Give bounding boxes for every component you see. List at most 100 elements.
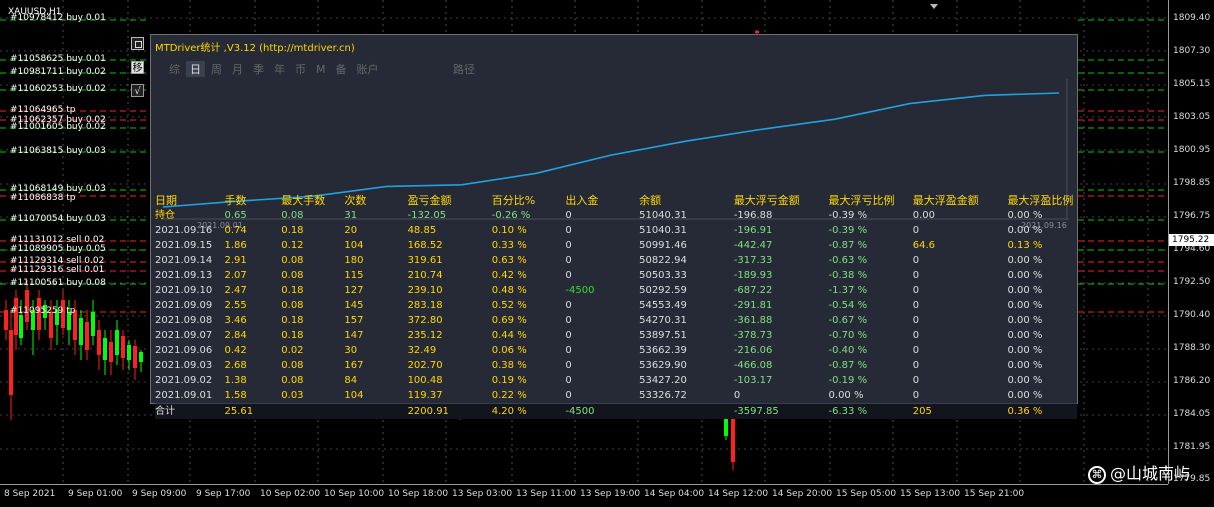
candle-body — [127, 345, 131, 360]
tab-4[interactable]: 季 — [249, 61, 268, 77]
table-cell: 2.68 — [224, 360, 247, 371]
shift-marker-icon — [930, 4, 938, 9]
table-cell: 0.10 % — [491, 225, 527, 236]
table-cell: 319.61 — [407, 255, 443, 266]
table-cell: -6.33 % — [828, 403, 913, 419]
price-axis[interactable]: 1809.40 1807.30 1805.15 1803.05 1800.95 1798.… — [1168, 0, 1214, 484]
table-cell: 0 — [912, 375, 920, 386]
table-cell: 168.52 — [407, 240, 443, 251]
time-tick: 10 Sep 10:00 — [324, 489, 385, 499]
stats-panel[interactable]: MTDriver统计 ,V3.12 (http://mtdriver.cn) 综… — [150, 34, 1078, 419]
tab-7[interactable]: M — [312, 63, 330, 76]
table-cell: 2021.09.14 — [155, 255, 213, 266]
table-cell: 0.00 % — [828, 390, 864, 401]
table-cell: 283.18 — [407, 300, 443, 311]
watermark: ⌘ @山城南屿 — [1088, 460, 1190, 484]
table-cell: 0 — [565, 300, 572, 311]
table-cell: 0.13 % — [1007, 240, 1043, 251]
table-cell: 119.37 — [407, 390, 443, 401]
table-cell: -0.38 % — [828, 270, 868, 281]
table-cell: 53897.51 — [639, 330, 687, 341]
move-button[interactable]: 移 — [131, 61, 144, 74]
order-label: #10981711 buy 0.02 — [10, 67, 106, 77]
price-tick: 1786.20 — [1173, 376, 1211, 386]
time-tick: 10 Sep 18:00 — [388, 489, 449, 499]
table-row: 2021.09.13 2.07 0.08 115 210.74 0.42 % 0 50503.… — [155, 268, 1077, 283]
price-tick: 1809.40 — [1173, 13, 1211, 23]
table-cell: 2021.09.08 — [155, 315, 213, 326]
table-cell: 48.85 — [407, 225, 437, 236]
order-label: #11095259 tp — [10, 306, 76, 316]
table-cell: -1.37 % — [828, 285, 868, 296]
candle-body — [19, 315, 23, 338]
table-cell: -196.91 — [733, 225, 773, 236]
table-cell: 0 — [912, 270, 920, 281]
tab-5[interactable]: 年 — [270, 61, 289, 77]
tab-3[interactable]: 月 — [228, 61, 247, 77]
table-cell: 2021.09.03 — [155, 360, 213, 371]
price-tick: 1788.30 — [1173, 343, 1211, 353]
column-header: 次数 — [344, 194, 367, 207]
tab-path[interactable]: 路径 — [453, 61, 475, 77]
table-cell: 2021.09.10 — [155, 285, 213, 296]
column-header: 手数 — [224, 194, 247, 207]
table-cell: 0 — [912, 300, 920, 311]
candle-body — [79, 318, 83, 345]
table-cell: 2021.09.16 — [155, 225, 213, 236]
table-cell: 2200.91 — [407, 403, 492, 419]
table-cell: 0.08 — [281, 360, 304, 371]
table-row: 2021.09.15 1.86 0.12 104 168.52 0.33 % 0 50991.… — [155, 238, 1077, 253]
table-row: 2021.09.07 2.84 0.18 147 235.12 0.44 % 0 53897.… — [155, 328, 1077, 343]
table-cell: 31 — [344, 210, 358, 221]
table-cell: 157 — [344, 315, 364, 326]
table-cell: 127 — [344, 285, 364, 296]
column-header: 余额 — [639, 194, 662, 207]
table-cell — [281, 403, 345, 419]
table-cell: -0.39 % — [828, 210, 868, 221]
table-cell: 0.00 % — [1007, 375, 1043, 386]
time-tick: 14 Sep 20:00 — [772, 489, 833, 499]
table-cell: 53326.72 — [639, 390, 687, 401]
table-cell: -0.19 % — [828, 375, 868, 386]
candle-body — [91, 312, 95, 336]
table-cell: 0.36 % — [1007, 403, 1077, 419]
table-cell: -0.87 % — [828, 360, 868, 371]
table-cell: 0 — [565, 225, 572, 236]
table-cell: 0 — [565, 270, 572, 281]
table-cell: -0.67 % — [828, 315, 868, 326]
table-cell: -361.88 — [733, 315, 773, 326]
candle-body — [97, 330, 101, 355]
price-tick: 1792.50 — [1173, 277, 1211, 287]
column-header: 出入金 — [565, 194, 599, 207]
candle-body — [133, 346, 137, 368]
tab-8[interactable]: 备 — [332, 61, 351, 77]
tab-2[interactable]: 周 — [207, 61, 226, 77]
price-chart[interactable]: XAUUSD,H1 #10978412 buy 0.01 #11058625 bu… — [0, 0, 1168, 484]
table-cell: 0.44 % — [491, 330, 527, 341]
table-row: 2021.09.01 1.58 0.03 104 119.37 0.22 % 0 53326.… — [155, 388, 1077, 404]
table-cell: 0.74 — [224, 225, 247, 236]
table-cell: 0.08 — [281, 375, 304, 386]
time-axis[interactable]: 8 Sep 2021 9 Sep 01:00 9 Sep 09:00 9 Sep 17… — [0, 484, 1168, 507]
table-cell: 0 — [565, 315, 572, 326]
table-cell: -4500 — [565, 285, 595, 296]
time-tick: 13 Sep 11:00 — [516, 489, 577, 499]
check-button[interactable]: √ — [131, 84, 144, 97]
order-label: #11070054 buy 0.03 — [10, 214, 106, 224]
table-row: 2021.09.08 3.46 0.18 157 372.80 0.69 % 0 54270.… — [155, 313, 1077, 328]
table-cell: -466.08 — [733, 360, 773, 371]
price-tick: 1798.85 — [1173, 178, 1211, 188]
tab-0[interactable]: 综 — [165, 61, 184, 77]
table-cell: 0 — [733, 390, 741, 401]
holding-row: 持仓 0.65 0.08 31 -132.05 -0.26 % 0 51040.31 -196.… — [155, 208, 1077, 223]
table-cell: 2.55 — [224, 300, 247, 311]
panel-toggle-button[interactable] — [131, 37, 144, 50]
tab-9[interactable]: 账户 — [353, 61, 383, 77]
table-cell: 239.10 — [407, 285, 443, 296]
tab-1[interactable]: 日 — [186, 61, 205, 77]
table-cell: 0 — [565, 330, 572, 341]
column-header: 最大浮亏金额 — [733, 194, 800, 207]
tab-6[interactable]: 币 — [291, 61, 310, 77]
table-cell: 0.63 % — [491, 255, 527, 266]
time-tick: 15 Sep 21:00 — [964, 489, 1025, 499]
